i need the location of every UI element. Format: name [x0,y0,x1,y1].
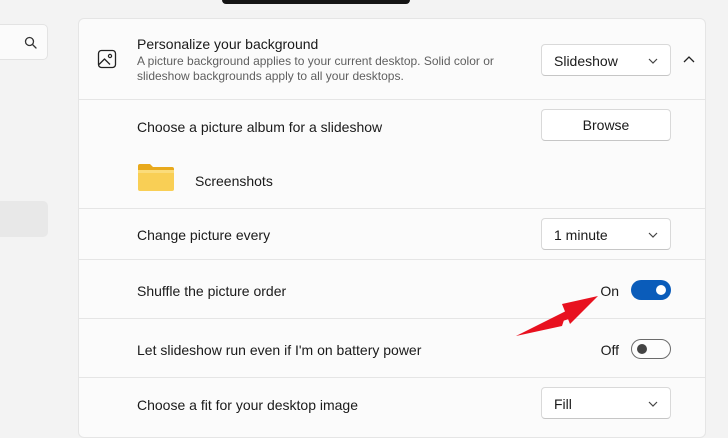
chevron-down-icon [648,232,658,238]
fit-value: Fill [554,396,572,412]
personalize-background-title: Personalize your background [137,36,319,52]
battery-toggle[interactable] [631,339,671,359]
toggle-knob [656,285,666,295]
sidebar-item-selected[interactable] [0,201,48,237]
shuffle-label: Shuffle the picture order [137,283,287,299]
album-label: Choose a picture album for a slideshow [137,119,383,135]
shuffle-row: Shuffle the picture order On [79,260,705,319]
change-interval-row: Change picture every 1 minute [79,209,705,260]
background-type-value: Slideshow [554,53,618,69]
battery-row: Let slideshow run even if I'm on battery… [79,319,705,378]
chevron-up-icon [683,56,695,63]
fit-label: Choose a fit for your desktop image [137,397,359,413]
battery-state-text: Off [600,342,619,358]
browse-button[interactable]: Browse [541,109,671,141]
shuffle-toggle[interactable] [631,280,671,300]
folder-icon [138,164,174,191]
battery-label: Let slideshow run even if I'm on battery… [137,342,422,358]
annotation-arrow-icon [516,296,598,336]
chevron-down-icon [648,401,658,407]
background-type-dropdown[interactable]: Slideshow [541,44,671,76]
search-icon [24,36,37,49]
folder-name: Screenshots [195,173,273,189]
change-interval-dropdown[interactable]: 1 minute [541,218,671,250]
personalize-background-description: A picture background applies to your cur… [137,54,494,83]
background-settings-panel: Personalize your background A picture ba… [78,18,706,438]
search-input[interactable] [0,24,48,60]
change-interval-label: Change picture every [137,227,271,243]
fit-dropdown[interactable]: Fill [541,387,671,419]
fit-row: Choose a fit for your desktop image Fill [79,378,705,437]
change-interval-value: 1 minute [554,227,608,243]
toggle-knob [637,344,647,354]
collapse-section-button[interactable] [675,45,705,75]
chevron-down-icon [648,58,658,64]
album-row: Choose a picture album for a slideshow B… [79,100,705,209]
personalize-background-row: Personalize your background A picture ba… [79,19,705,100]
photo-icon [97,49,117,69]
window-top-edge [222,0,410,4]
